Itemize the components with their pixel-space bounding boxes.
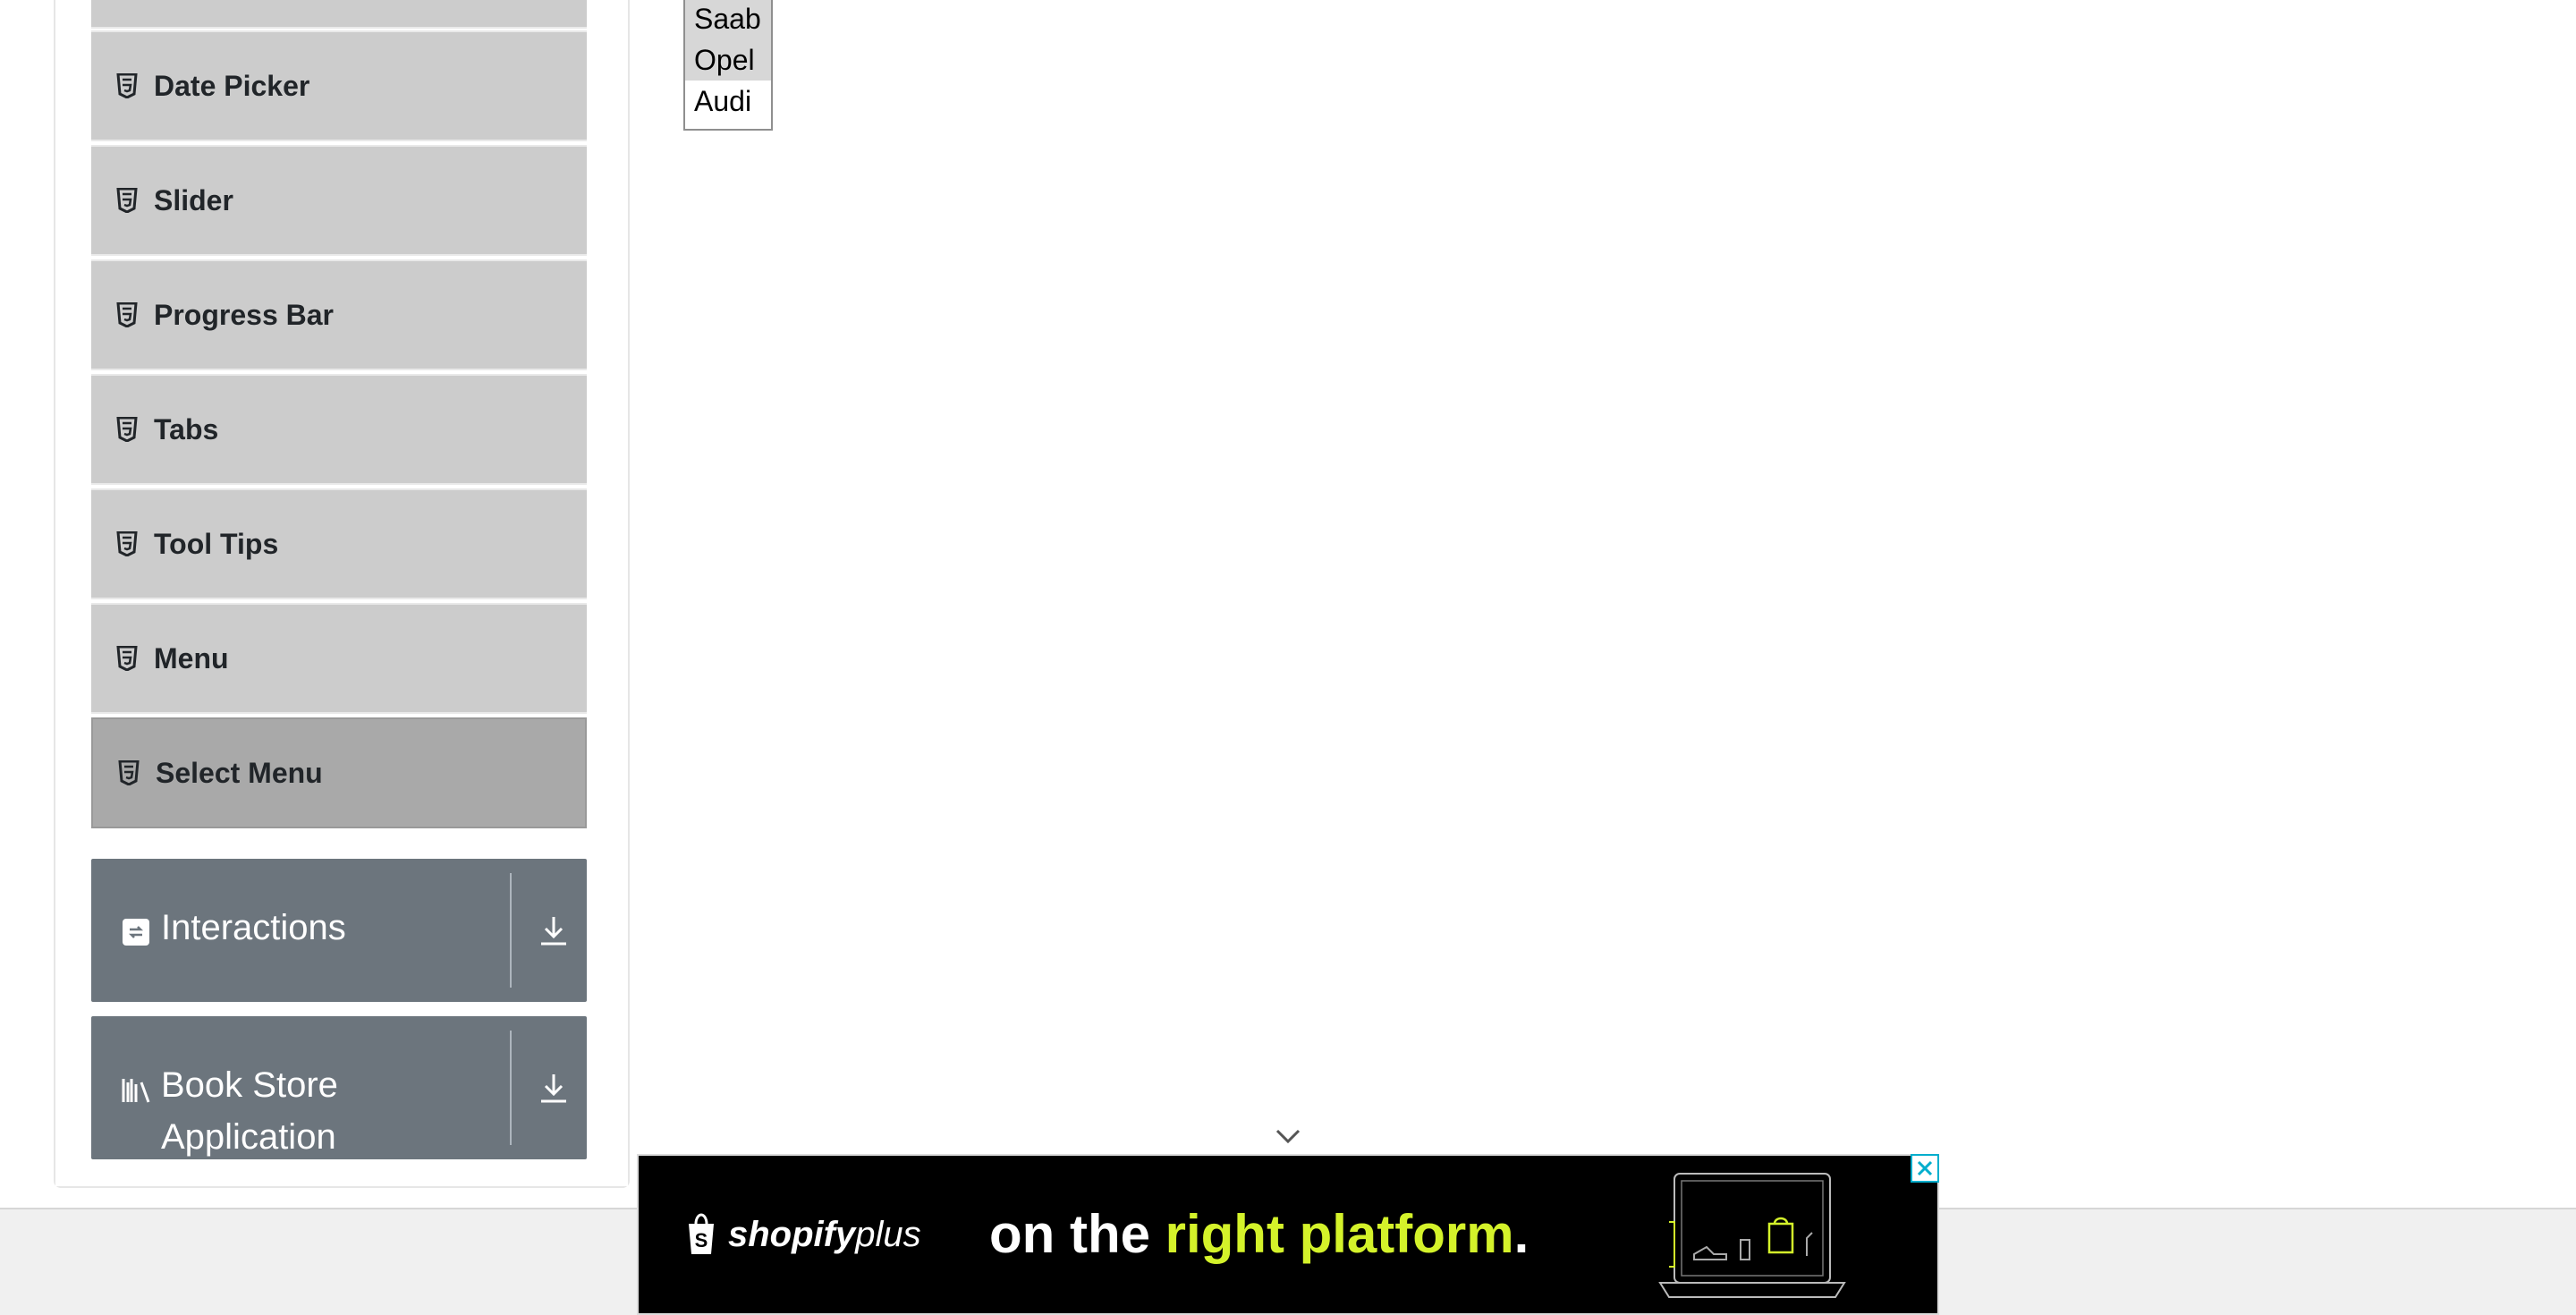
html5-icon: [116, 188, 138, 213]
html5-icon: [118, 760, 140, 785]
html5-icon: [116, 531, 138, 556]
html5-icon: [116, 417, 138, 442]
ad-banner[interactable]: S shopify plus on the right platform.: [637, 1154, 1939, 1315]
cars-multiselect[interactable]: Saab Opel Audi: [683, 0, 773, 131]
divider: [510, 1031, 512, 1145]
ad-tagline: on the right platform.: [989, 1204, 1530, 1264]
shopify-bag-icon: S: [689, 1213, 714, 1254]
sidebar-item-tool-tips[interactable]: Tool Tips: [91, 488, 587, 599]
sidebar-item-date-picker[interactable]: Date Picker: [91, 30, 587, 141]
html5-icon: [116, 302, 138, 327]
laptop-illustration: [1658, 1173, 1846, 1298]
html5-icon: [116, 73, 138, 98]
sidebar-item-partial[interactable]: [91, 0, 587, 29]
svg-text:S: S: [695, 1229, 708, 1251]
download-icon[interactable]: [538, 1072, 569, 1104]
group-header-book-store[interactable]: Book Store Application: [91, 1016, 587, 1159]
interactions-icon: [122, 918, 150, 946]
sidebar-item-label: Menu: [154, 641, 229, 674]
sidebar-item-label: Tool Tips: [154, 527, 279, 560]
close-icon[interactable]: [1911, 1154, 1939, 1183]
sidebar-item-label: Tabs: [154, 412, 219, 445]
sidebar-item-label: Select Menu: [156, 756, 323, 789]
sidebar-item-menu[interactable]: Menu: [91, 603, 587, 714]
listbox-option[interactable]: Saab: [685, 0, 771, 39]
shopify-logo: S shopify plus: [683, 1208, 921, 1261]
sidebar-item-select-menu[interactable]: Select Menu: [91, 717, 587, 828]
group-header-interactions[interactable]: Interactions: [91, 859, 587, 1002]
ad-brand-suffix: plus: [855, 1214, 921, 1254]
book-store-icon: [122, 1075, 150, 1104]
divider: [510, 873, 512, 988]
sidebar-item-progress-bar[interactable]: Progress Bar: [91, 259, 587, 370]
download-icon[interactable]: [538, 914, 569, 946]
html5-icon: [116, 646, 138, 671]
sidebar-item-label: Slider: [154, 183, 233, 216]
sidebar-mask: [55, 1159, 628, 1186]
chevron-down-icon[interactable]: [1274, 1125, 1302, 1147]
group-label-line2: Application: [161, 1117, 336, 1157]
sidebar-item-tabs[interactable]: Tabs: [91, 374, 587, 485]
sidebar-item-slider[interactable]: Slider: [91, 145, 587, 256]
listbox-option[interactable]: Opel: [685, 39, 771, 81]
listbox-option[interactable]: Audi: [685, 81, 771, 122]
group-label: Interactions: [161, 908, 346, 947]
sidebar-item-label: Progress Bar: [154, 298, 334, 331]
sidebar-item-label: Date Picker: [154, 69, 310, 102]
ad-brand: shopify: [728, 1214, 856, 1254]
group-label-line1: Book Store: [161, 1065, 338, 1105]
